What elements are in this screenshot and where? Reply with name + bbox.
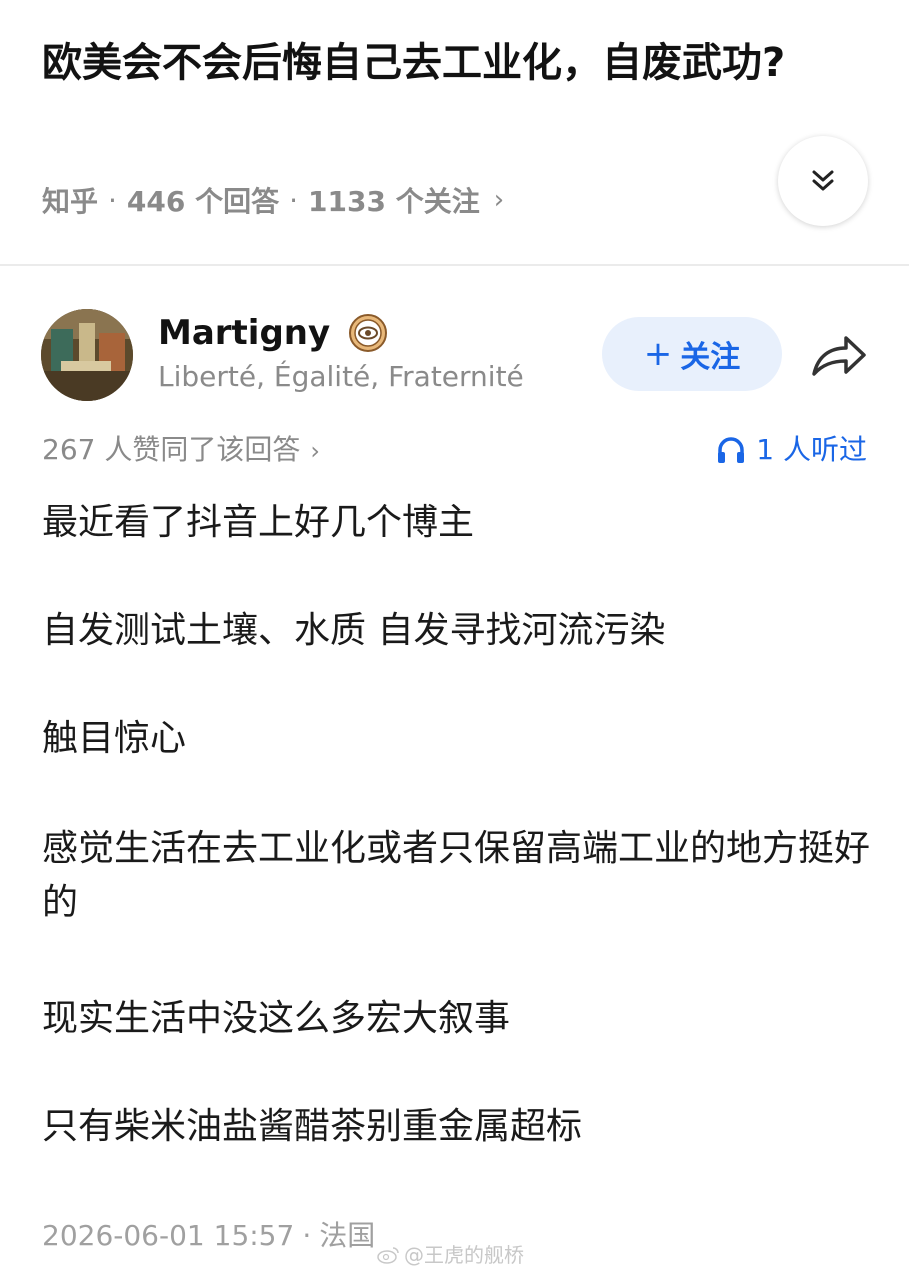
answers-count: 446 个回答 (126, 185, 280, 218)
share-button[interactable] (806, 328, 872, 384)
author-bio: Liberté, Égalité, Fraternité (158, 360, 524, 393)
followers-count: 1133 个关注 (308, 185, 480, 218)
author-row: Martigny Liberté, Égalité, Fraternité + … (0, 300, 909, 410)
answer-paragraph: 最近看了抖音上好几个博主 (42, 502, 475, 543)
separator-dot: · (302, 1219, 312, 1252)
answer-footer: 2026-06-01 15:57 · 法国 (42, 1214, 375, 1258)
follow-label: 关注 (680, 340, 741, 375)
answer-paragraph: 感觉生活在去工业化或者只保留高端工业的地方挺好的 (42, 828, 871, 923)
avatar-image (41, 309, 133, 401)
votes-count: 267 人赞同了该回答 (42, 433, 301, 466)
separator-dot: · (108, 183, 117, 217)
plus-icon: + (643, 334, 673, 374)
post-location: 法国 (319, 1219, 376, 1252)
listened-count: 1 人听过 (756, 433, 867, 466)
expand-question-button[interactable] (778, 136, 868, 226)
watermark: @王虎的舰桥 (376, 1240, 524, 1270)
author-name[interactable]: Martigny (158, 313, 330, 353)
share-arrow-icon (812, 336, 866, 376)
question-title[interactable]: 欧美会不会后悔自己去工业化，自废武功? (42, 30, 872, 96)
question-meta[interactable]: 知乎 · 446 个回答 · 1133 个关注 › (42, 178, 504, 222)
headphones-icon (718, 437, 745, 463)
post-date: 2026-06-01 15:57 (42, 1219, 295, 1252)
listened-link[interactable]: 1 人听过 (716, 426, 867, 474)
source-label: 知乎 (42, 185, 99, 218)
votes-link[interactable]: 267 人赞同了该回答 › (42, 426, 320, 475)
stats-row: 267 人赞同了该回答 › 1 人听过 (0, 426, 909, 474)
chevron-right-icon: › (493, 185, 505, 215)
eye-badge-icon (349, 314, 388, 352)
follow-button[interactable]: + 关注 (602, 317, 782, 391)
answer-paragraph: 自发测试土壤、水质 自发寻找河流污染 (42, 610, 666, 651)
weibo-logo-icon (377, 1247, 399, 1264)
answer-paragraph: 现实生活中没这么多宏大叙事 (42, 998, 511, 1039)
author-name-line: Martigny (158, 310, 388, 356)
answer-paragraph: 触目惊心 (42, 718, 187, 759)
avatar[interactable] (41, 309, 133, 401)
answer-paragraph: 只有柴米油盐酱醋茶别重金属超标 (42, 1106, 583, 1147)
chevron-right-icon: › (310, 437, 320, 465)
double-chevron-down-icon (812, 170, 834, 191)
watermark-text: @王虎的舰桥 (404, 1243, 524, 1267)
separator-dot: · (289, 183, 299, 217)
question-header: 欧美会不会后悔自己去工业化，自废武功? 知乎 · 446 个回答 · 1133 … (0, 0, 909, 266)
